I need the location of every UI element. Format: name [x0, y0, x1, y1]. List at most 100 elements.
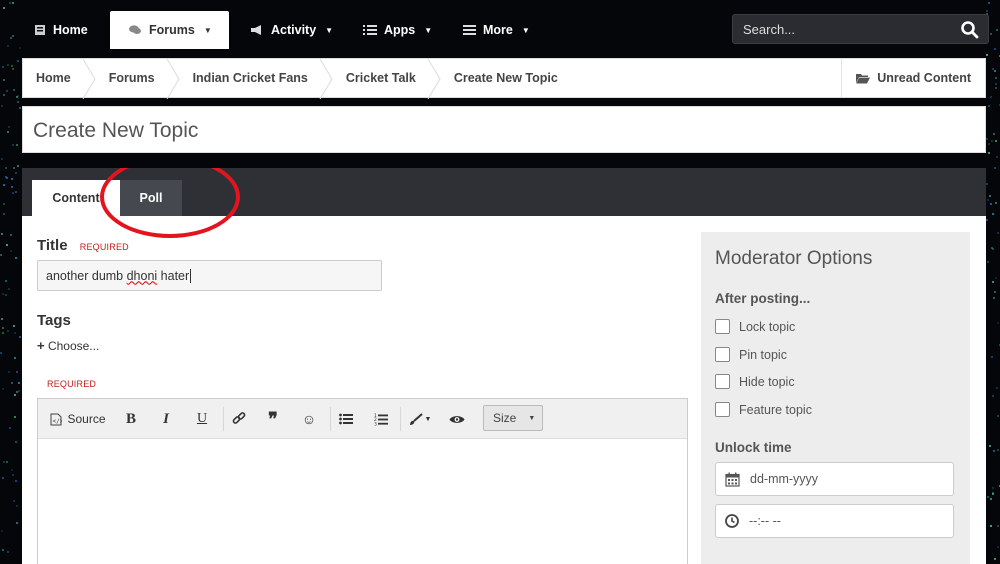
- editor-required-badge: REQUIRED: [47, 379, 97, 389]
- rich-text-editor: </> Source B I U ❞ ☺ 123 ▼ Size ▼: [37, 398, 688, 564]
- tab-bar: Content Poll: [22, 168, 986, 216]
- moderator-options-panel: Moderator Options After posting... Lock …: [701, 232, 970, 564]
- paintbrush-icon: [409, 412, 423, 425]
- chevron-down-icon: ▼: [528, 414, 536, 422]
- breadcrumb-cricket-talk[interactable]: Cricket Talk: [333, 59, 433, 97]
- folder-open-icon: [856, 73, 871, 83]
- nav-apps[interactable]: Apps ▼: [363, 11, 432, 49]
- unread-content-link[interactable]: Unread Content: [841, 59, 985, 97]
- menu-icon: [463, 25, 476, 35]
- chevron-down-icon: ▼: [424, 415, 432, 423]
- date-placeholder: dd-mm-yyyy: [750, 472, 819, 486]
- hide-topic-checkbox[interactable]: [715, 374, 730, 389]
- emoji-icon[interactable]: ☺: [298, 409, 320, 429]
- title-input[interactable]: another dumb dhoni hater: [37, 260, 382, 291]
- calendar-icon: [725, 472, 740, 487]
- lock-topic-label: Lock topic: [739, 319, 796, 334]
- font-size-label: Size: [493, 411, 517, 425]
- breadcrumb-separator: [427, 59, 441, 99]
- breadcrumb-label: Forums: [108, 71, 155, 85]
- breadcrumb-label: Create New Topic: [453, 71, 558, 85]
- search-input[interactable]: [743, 21, 948, 37]
- link-button[interactable]: [228, 409, 250, 429]
- breadcrumb-home[interactable]: Home: [23, 59, 88, 97]
- unread-content-label: Unread Content: [877, 71, 971, 85]
- nav-forums[interactable]: Forums ▼: [110, 11, 229, 49]
- source-icon: </>: [50, 413, 63, 425]
- font-size-dropdown[interactable]: Size ▼: [483, 405, 543, 431]
- pin-topic-option[interactable]: Pin topic: [715, 347, 787, 362]
- chat-icon: [129, 25, 141, 34]
- numbered-list-button[interactable]: 123: [370, 409, 392, 429]
- breadcrumb-separator: [82, 59, 96, 99]
- quote-icon[interactable]: ❞: [262, 409, 284, 430]
- toolbar-divider: [400, 407, 401, 431]
- plus-icon: +: [37, 338, 45, 353]
- lock-topic-option[interactable]: Lock topic: [715, 319, 795, 334]
- unlock-time-input[interactable]: --:-- --: [715, 504, 954, 538]
- editor-body[interactable]: [38, 439, 687, 564]
- breadcrumb-label: Home: [36, 71, 71, 85]
- tags-choose-link[interactable]: + Choose...: [37, 338, 99, 353]
- after-posting-label: After posting...: [715, 291, 811, 306]
- tab-poll[interactable]: Poll: [120, 180, 182, 216]
- title-field-label: Title REQUIRED: [37, 237, 129, 254]
- color-button[interactable]: ▼: [407, 409, 433, 429]
- unlock-time-label: Unlock time: [715, 440, 792, 455]
- hide-topic-option[interactable]: Hide topic: [715, 374, 795, 389]
- choose-label: Choose...: [47, 339, 100, 353]
- source-button[interactable]: </> Source: [48, 409, 108, 429]
- pin-topic-label: Pin topic: [739, 347, 787, 362]
- bold-button[interactable]: B: [120, 409, 142, 429]
- title-label-text: Title: [37, 237, 68, 254]
- breadcrumb-indian-cricket-fans[interactable]: Indian Cricket Fans: [180, 59, 325, 97]
- moderator-options-title: Moderator Options: [715, 248, 873, 269]
- feature-topic-option[interactable]: Feature topic: [715, 402, 812, 417]
- nav-forums-label: Forums: [149, 23, 195, 37]
- page-header: Create New Topic: [22, 106, 986, 153]
- page-title: Create New Topic: [33, 119, 199, 142]
- feature-topic-checkbox[interactable]: [715, 402, 730, 417]
- toolbar-divider: [330, 407, 331, 431]
- eye-icon: [449, 415, 465, 423]
- editor-toolbar: </> Source B I U ❞ ☺ 123 ▼ Size ▼: [38, 399, 687, 439]
- compose-panel: Content Poll Title REQUIRED another dumb…: [22, 168, 986, 564]
- hide-topic-label: Hide topic: [739, 374, 795, 389]
- search-icon[interactable]: [960, 20, 980, 40]
- tab-content[interactable]: Content: [32, 180, 120, 216]
- breadcrumb-separator: [166, 59, 180, 99]
- required-badge: REQUIRED: [79, 242, 129, 252]
- text-cursor: [190, 268, 192, 283]
- toolbar-divider: [223, 407, 224, 431]
- nav-apps-label: Apps: [384, 23, 416, 37]
- nav-activity[interactable]: Activity ▼: [250, 11, 333, 49]
- svg-text:3: 3: [374, 421, 377, 426]
- megaphone-icon: [251, 25, 261, 35]
- breadcrumb: Home Forums Indian Cricket Fans Cricket …: [22, 58, 986, 99]
- list-icon: [363, 25, 377, 35]
- search-box: [732, 14, 989, 44]
- nav-home-label: Home: [53, 23, 88, 37]
- chevron-down-icon: ▼: [521, 25, 530, 35]
- unlock-date-input[interactable]: dd-mm-yyyy: [715, 462, 954, 496]
- bullet-list-button[interactable]: [335, 409, 357, 429]
- lock-topic-checkbox[interactable]: [715, 319, 730, 334]
- svg-text:</>: </>: [53, 418, 63, 425]
- nav-activity-label: Activity: [271, 23, 317, 37]
- chevron-down-icon: ▼: [424, 25, 433, 35]
- nav-home[interactable]: Home: [34, 11, 88, 49]
- tags-label: Tags: [37, 312, 71, 329]
- italic-button[interactable]: I: [155, 409, 177, 429]
- nav-more[interactable]: More ▼: [463, 11, 530, 49]
- breadcrumb-current: Create New Topic: [441, 59, 575, 97]
- pin-topic-checkbox[interactable]: [715, 347, 730, 362]
- chevron-down-icon: ▼: [203, 25, 212, 35]
- nav-more-label: More: [483, 23, 513, 37]
- preview-button[interactable]: [446, 409, 468, 429]
- breadcrumb-separator: [319, 59, 333, 99]
- breadcrumb-forums[interactable]: Forums: [96, 59, 172, 97]
- underline-button[interactable]: U: [191, 409, 213, 429]
- breadcrumb-label: Cricket Talk: [345, 71, 416, 85]
- top-navbar: Home Forums ▼ Activity ▼ Apps ▼ More ▼: [22, 11, 998, 49]
- feature-topic-label: Feature topic: [739, 402, 812, 417]
